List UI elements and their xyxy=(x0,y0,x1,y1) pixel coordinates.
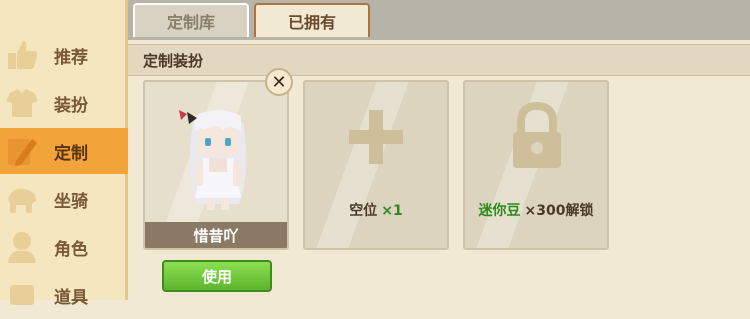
skin-card[interactable]: 惜昔吖 xyxy=(143,80,289,250)
skin-name: 惜昔吖 xyxy=(193,226,239,245)
sidebar-item-label: 坐骑 xyxy=(54,191,88,212)
sidebar: 推荐 装扮 定制 坐骑 角色 道具 xyxy=(0,0,128,308)
close-button[interactable]: ✕ xyxy=(265,68,293,96)
sidebar-item-mount[interactable]: 坐骑 xyxy=(0,176,128,222)
unlock-price-text: 迷你豆 ×300解锁 xyxy=(478,203,594,219)
sidebar-item-label: 定制 xyxy=(54,143,88,164)
sidebar-item-custom[interactable]: 定制 xyxy=(0,128,128,174)
sidebar-item-label: 道具 xyxy=(54,287,88,308)
skin-name-bar: 惜昔吖 xyxy=(145,222,287,248)
close-icon: ✕ xyxy=(271,71,287,93)
section-title: 定制装扮 xyxy=(143,52,204,70)
thumbs-up-icon xyxy=(2,35,42,75)
tab-custom-library[interactable]: 定制库 xyxy=(133,3,249,37)
use-button-label: 使用 xyxy=(201,267,232,286)
sidebar-item-props[interactable]: 道具 xyxy=(0,272,128,318)
tab-owned[interactable]: 已拥有 xyxy=(254,3,370,37)
character-avatar xyxy=(179,110,247,210)
sidebar-item-label: 推荐 xyxy=(54,47,88,68)
lock-icon xyxy=(513,101,561,168)
prop-icon xyxy=(2,275,42,315)
character-icon xyxy=(2,227,42,267)
tab-label: 定制库 xyxy=(166,13,215,32)
pencil-icon xyxy=(2,131,42,171)
tab-label: 已拥有 xyxy=(287,13,336,32)
sidebar-item-recommend[interactable]: 推荐 xyxy=(0,32,128,78)
sidebar-item-label: 角色 xyxy=(54,239,88,260)
sidebar-item-label: 装扮 xyxy=(54,95,88,116)
sidebar-item-outfit[interactable]: 装扮 xyxy=(0,80,128,126)
sidebar-item-character[interactable]: 角色 xyxy=(0,224,128,270)
locked-slot-card[interactable]: 迷你豆 ×300解锁 xyxy=(463,80,609,250)
empty-slot-card[interactable]: 空位 ×1 xyxy=(303,80,449,250)
mount-icon xyxy=(2,179,42,219)
section-header xyxy=(128,44,750,76)
use-button[interactable]: 使用 xyxy=(162,260,272,292)
slot-count-text: 空位 ×1 xyxy=(349,203,403,219)
shirt-icon xyxy=(2,83,42,123)
plus-icon xyxy=(349,110,403,164)
